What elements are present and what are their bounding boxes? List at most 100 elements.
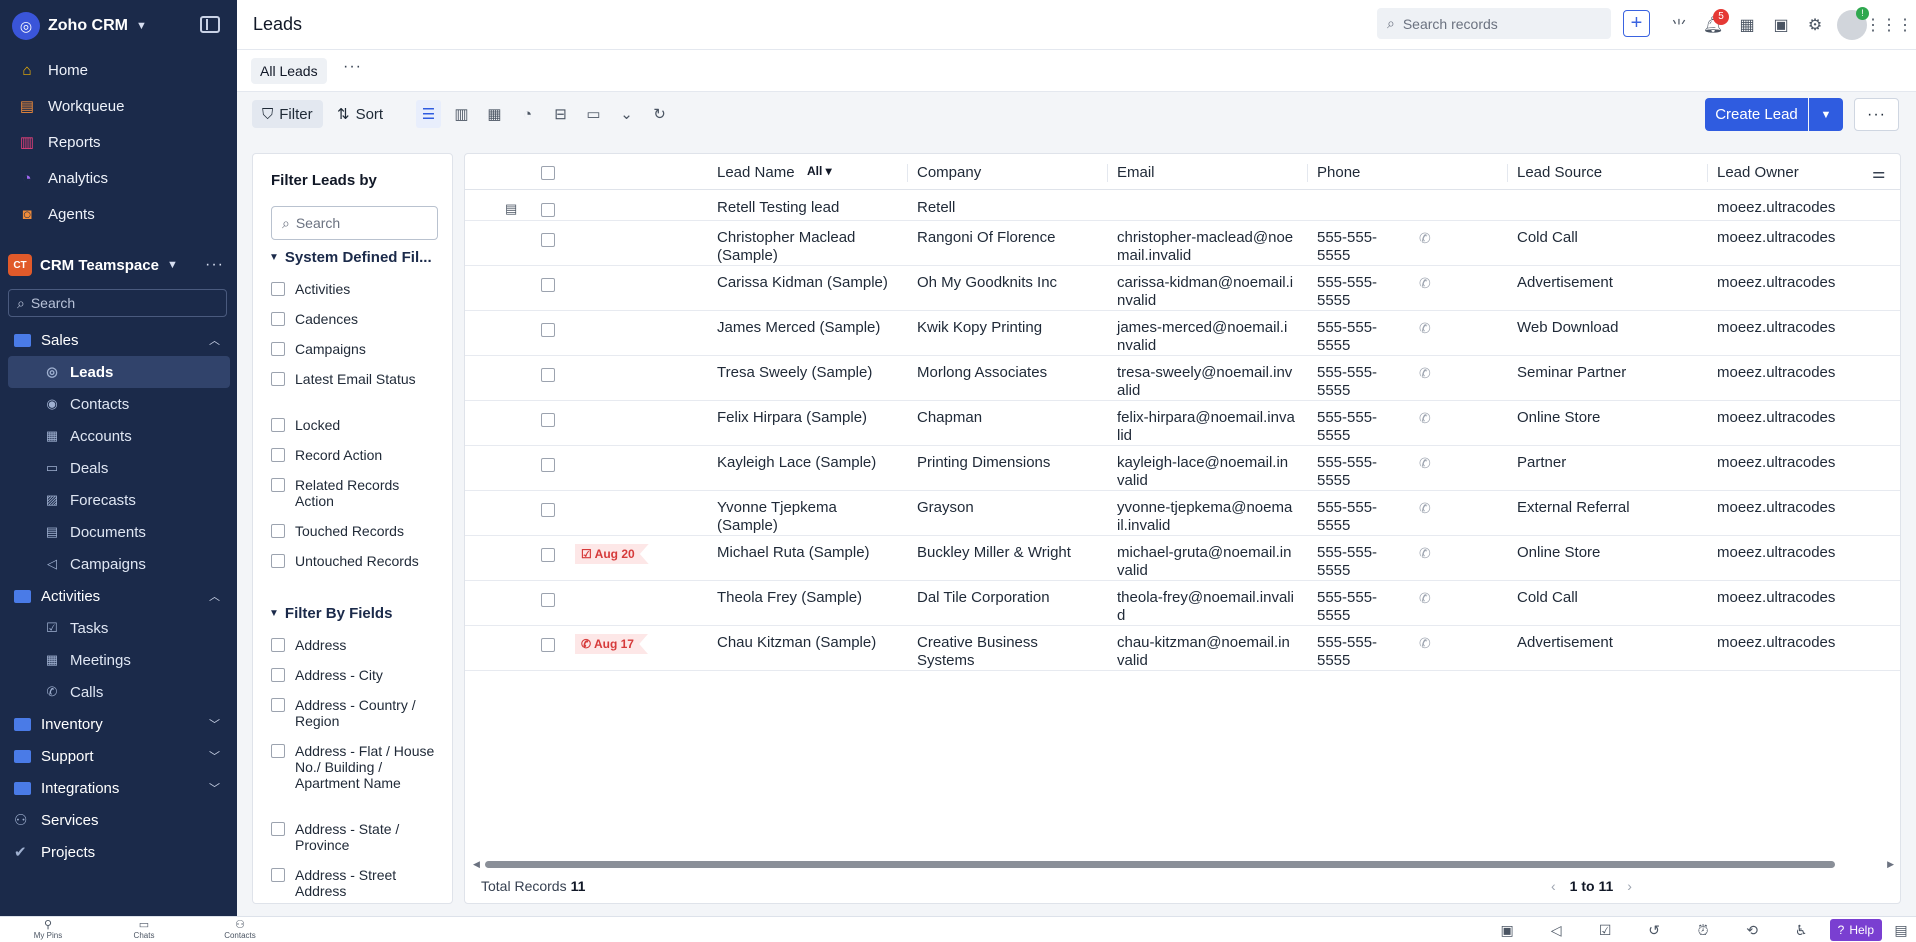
cell-name[interactable]: James Merced (Sample): [717, 319, 895, 337]
cell-phone[interactable]: 555-555-5555: [1317, 499, 1407, 535]
sidebar-item-accounts[interactable]: ▦ Accounts: [8, 420, 230, 452]
nav-item-analytics[interactable]: ◔ Analytics: [8, 160, 230, 196]
column-divider[interactable]: [1507, 164, 1508, 182]
sidebar-item-tasks[interactable]: ☑ Tasks: [8, 612, 230, 644]
row-checkbox[interactable]: [541, 548, 555, 562]
nav-item-home[interactable]: ⌂ Home: [8, 52, 230, 88]
cell-phone[interactable]: 555-555-5555: [1317, 229, 1407, 265]
due-date-tag[interactable]: ✆ Aug 17: [575, 634, 648, 654]
group-activities[interactable]: Activities ︿: [8, 580, 230, 612]
cell-phone[interactable]: 555-555-5555: [1317, 274, 1407, 310]
sidebar-item-documents[interactable]: ▤ Documents: [8, 516, 230, 548]
row-checkbox[interactable]: [541, 413, 555, 427]
recent-items-icon[interactable]: ↺: [1630, 917, 1679, 942]
table-row[interactable]: Theola Frey (Sample) Dal Tile Corporation…: [465, 581, 1900, 626]
column-divider[interactable]: [907, 164, 908, 182]
filter-checkbox[interactable]: [271, 342, 285, 356]
filter-checkbox[interactable]: [271, 554, 285, 568]
cell-name[interactable]: Felix Hirpara (Sample): [717, 409, 895, 427]
filter-option[interactable]: Related Records Action: [271, 477, 441, 509]
history-icon[interactable]: ⟲: [1728, 917, 1777, 942]
cell-name[interactable]: Tresa Sweely (Sample): [717, 364, 895, 382]
tab-all-leads[interactable]: All Leads: [251, 58, 327, 84]
phone-icon[interactable]: ✆: [1419, 275, 1431, 292]
filter-option[interactable]: Record Action: [271, 447, 441, 463]
nav-services[interactable]: ⚇ Services: [8, 804, 230, 836]
cell-email[interactable]: christopher-maclead@noemail.invalid: [1117, 229, 1295, 265]
column-header-lead-name[interactable]: Lead Name: [717, 164, 795, 181]
cell-name[interactable]: Yvonne Tjepkema (Sample): [717, 499, 895, 535]
table-row[interactable]: ☑ Aug 20 Michael Ruta (Sample) Buckley Mil…: [465, 536, 1900, 581]
group-support[interactable]: Support ﹀: [8, 740, 230, 772]
column-header-lead-owner[interactable]: Lead Owner: [1717, 164, 1799, 181]
filter-section-by-fields[interactable]: ▼ Filter By Fields: [269, 605, 392, 622]
sidebar-search-input[interactable]: ⌕ Search: [8, 289, 227, 317]
cell-name[interactable]: Kayleigh Lace (Sample): [717, 454, 895, 472]
cell-phone[interactable]: 555-555-5555: [1317, 544, 1407, 580]
row-checkbox[interactable]: [541, 638, 555, 652]
filter-checkbox[interactable]: [271, 524, 285, 538]
column-divider[interactable]: [1707, 164, 1708, 182]
cell-name[interactable]: Christopher Maclead (Sample): [717, 229, 895, 265]
lead-name-filter-dropdown[interactable]: All ▾: [807, 164, 832, 178]
cell-name[interactable]: Michael Ruta (Sample): [717, 544, 895, 562]
list-view-icon[interactable]: ☰: [416, 100, 441, 128]
sidebar-item-meetings[interactable]: ▦ Meetings: [8, 644, 230, 676]
cell-name[interactable]: Chau Kitzman (Sample): [717, 634, 895, 652]
cell-phone[interactable]: 555-555-5555: [1317, 589, 1407, 625]
prev-page-icon[interactable]: ‹: [1551, 878, 1556, 894]
sidebar-item-contacts[interactable]: ◉ Contacts: [8, 388, 230, 420]
group-integrations[interactable]: Integrations ﹀: [8, 772, 230, 804]
cell-email[interactable]: chau-kitzman@noemail.invalid: [1117, 634, 1295, 670]
column-divider[interactable]: [1107, 164, 1108, 182]
filter-checkbox[interactable]: [271, 744, 285, 758]
filter-option[interactable]: Address - City: [271, 667, 441, 683]
workspace-more-icon[interactable]: ···: [205, 256, 224, 274]
table-row[interactable]: ▤ Retell Testing lead Retell moeez.ultracod…: [465, 191, 1900, 221]
nav-item-reports[interactable]: ▥ Reports: [8, 124, 230, 160]
due-date-tag[interactable]: ☑ Aug 20: [575, 544, 649, 564]
filter-checkbox[interactable]: [271, 638, 285, 652]
table-row[interactable]: Kayleigh Lace (Sample) Printing Dimension…: [465, 446, 1900, 491]
calendar-icon[interactable]: ▦: [1735, 12, 1759, 38]
cell-name[interactable]: Retell Testing lead: [717, 199, 895, 217]
phone-icon[interactable]: ✆: [1419, 410, 1431, 427]
filter-search-input[interactable]: ⌕ Search: [271, 206, 438, 240]
row-checkbox[interactable]: [541, 323, 555, 337]
table-row[interactable]: Tresa Sweely (Sample) Morlong Associates t…: [465, 356, 1900, 401]
table-row[interactable]: Yvonne Tjepkema (Sample) Grayson yvonne-tj…: [465, 491, 1900, 536]
create-lead-button[interactable]: Create Lead: [1705, 98, 1808, 131]
phone-icon[interactable]: ✆: [1419, 590, 1431, 607]
kanban-view-icon[interactable]: ▥: [449, 100, 474, 128]
quick-create-button[interactable]: +: [1623, 10, 1650, 37]
row-checkbox[interactable]: [541, 278, 555, 292]
phone-icon[interactable]: ✆: [1419, 635, 1431, 652]
cell-phone[interactable]: 555-555-5555: [1317, 634, 1407, 670]
cell-email[interactable]: theola-frey@noemail.invalid: [1117, 589, 1295, 625]
filter-option[interactable]: Touched Records: [271, 523, 441, 539]
cell-name[interactable]: Carissa Kidman (Sample): [717, 274, 895, 292]
accessibility-icon[interactable]: ♿︎: [1777, 917, 1826, 942]
select-all-checkbox[interactable]: [541, 166, 555, 180]
filter-option[interactable]: Latest Email Status: [271, 371, 441, 387]
cell-email[interactable]: tresa-sweely@noemail.invalid: [1117, 364, 1295, 400]
canvas-view-icon[interactable]: ▭: [581, 100, 606, 128]
filter-checkbox[interactable]: [271, 868, 285, 882]
cell-phone[interactable]: 555-555-5555: [1317, 364, 1407, 400]
filter-checkbox[interactable]: [271, 372, 285, 386]
group-inventory[interactable]: Inventory ﹀: [8, 708, 230, 740]
phone-icon[interactable]: ✆: [1419, 455, 1431, 472]
filter-checkbox[interactable]: [271, 418, 285, 432]
more-actions-button[interactable]: ···: [1854, 98, 1899, 131]
group-sales[interactable]: Sales ︿: [8, 324, 230, 356]
chart-view-icon[interactable]: ◔: [515, 100, 540, 128]
cell-email[interactable]: yvonne-tjepkema@noemail.invalid: [1117, 499, 1295, 535]
cell-email[interactable]: james-merced@noemail.invalid: [1117, 319, 1295, 355]
cell-email[interactable]: felix-hirpara@noemail.invalid: [1117, 409, 1295, 445]
announcement-icon[interactable]: ◁: [1532, 917, 1581, 942]
sidebar-item-deals[interactable]: ▭ Deals: [8, 452, 230, 484]
phone-icon[interactable]: ✆: [1419, 230, 1431, 247]
note-icon[interactable]: ▤: [505, 201, 517, 217]
filter-option[interactable]: Address - State / Province: [271, 821, 441, 853]
bottom-contacts[interactable]: ⚇ Contacts: [192, 917, 288, 942]
